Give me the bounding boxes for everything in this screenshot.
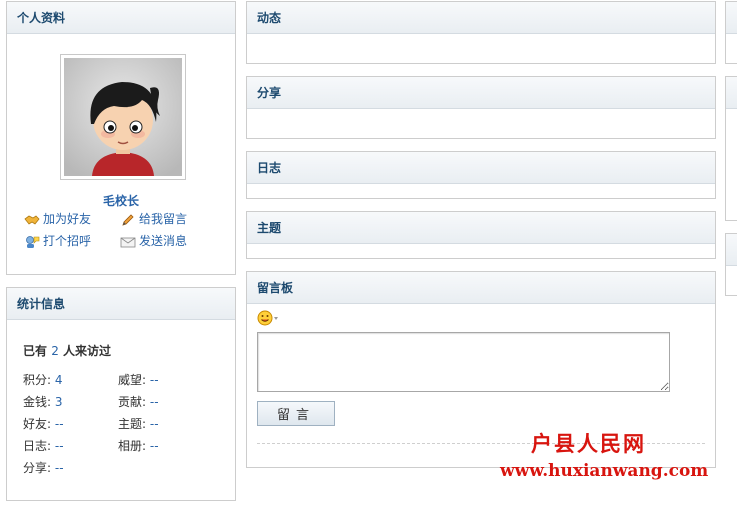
- stat-value: --: [54, 461, 64, 475]
- blog-panel-title: 日志: [247, 152, 715, 184]
- feed-panel-title: 动态: [247, 2, 715, 34]
- stat-topics: 主题: --: [118, 416, 159, 432]
- profile-panel: 个人资料 毛校长 加为好友 给我留言 打个招呼 发送消息: [6, 1, 236, 275]
- feed-panel: 动态: [246, 1, 716, 64]
- topic-panel-title: 主题: [247, 212, 715, 244]
- stat-value: --: [54, 417, 64, 431]
- stat-albums: 相册: --: [118, 438, 159, 454]
- stat-label: 相册:: [118, 439, 147, 453]
- stat-label: 好友:: [23, 417, 52, 431]
- stat-label: 分享:: [23, 461, 52, 475]
- send-message-link[interactable]: 发送消息: [120, 232, 187, 250]
- share-panel-title: 分享: [247, 77, 715, 109]
- stat-shares: 分享: --: [23, 460, 64, 476]
- leave-message-label: 给我留言: [139, 212, 188, 226]
- stat-value: --: [149, 417, 159, 431]
- stat-label: 日志:: [23, 439, 52, 453]
- stat-value: --: [149, 395, 159, 409]
- visit-suffix: 人来访过: [63, 344, 112, 358]
- stat-value: --: [54, 439, 64, 453]
- send-message-label: 发送消息: [139, 234, 188, 248]
- greet-link[interactable]: 打个招呼: [24, 232, 91, 250]
- stat-label: 金钱:: [23, 395, 52, 409]
- leave-message-link[interactable]: 给我留言: [120, 210, 187, 228]
- user-name-link[interactable]: 毛校长: [7, 192, 235, 209]
- stat-friends: 好友: --: [23, 416, 64, 432]
- share-panel: 分享: [246, 76, 716, 139]
- envelope-icon: [120, 237, 136, 247]
- greet-icon: [26, 235, 40, 248]
- stat-label: 主题:: [118, 417, 147, 431]
- watermark-site-name: 户县人民网: [531, 431, 646, 456]
- stat-label: 积分:: [23, 373, 52, 387]
- stat-value: 3: [54, 395, 63, 409]
- stat-money: 金钱: 3: [23, 394, 63, 410]
- stat-label: 贡献:: [118, 395, 147, 409]
- add-friend-link[interactable]: 加为好友: [24, 210, 91, 228]
- greet-label: 打个招呼: [43, 234, 92, 248]
- stat-prestige: 威望: --: [118, 372, 159, 388]
- visit-count: 2: [51, 344, 59, 358]
- stat-contribution: 贡献: --: [118, 394, 159, 410]
- stat-value: 4: [54, 373, 63, 387]
- submit-message-button[interactable]: 留言: [257, 401, 335, 426]
- stat-credits: 积分: 4: [23, 372, 63, 388]
- profile-panel-title: 个人资料: [7, 2, 235, 34]
- stat-value: --: [149, 439, 159, 453]
- visit-prefix: 已有: [23, 344, 48, 358]
- right-panel-edge: [725, 76, 737, 221]
- pencil-icon: [122, 213, 134, 226]
- message-input[interactable]: [257, 332, 670, 392]
- add-friend-label: 加为好友: [43, 212, 92, 226]
- right-panel-edge: [725, 233, 737, 296]
- stat-blogs: 日志: --: [23, 438, 64, 454]
- stats-panel-title: 统计信息: [7, 288, 235, 320]
- message-wall-title: 留言板: [247, 272, 715, 304]
- stat-label: 威望:: [118, 373, 147, 387]
- topic-panel: 主题: [246, 211, 716, 259]
- avatar-image: [64, 58, 182, 176]
- blog-panel: 日志: [246, 151, 716, 199]
- visit-summary: 已有 2 人来访过: [23, 342, 111, 359]
- watermark-url: www.huxianwang.com: [500, 461, 709, 481]
- smiley-icon: [257, 310, 278, 326]
- avatar[interactable]: [60, 54, 186, 180]
- stat-value: --: [149, 373, 159, 387]
- stats-panel: 统计信息 已有 2 人来访过 积分: 4 威望: -- 金钱: 3 贡献: --…: [6, 287, 236, 501]
- handshake-icon: [24, 214, 40, 225]
- emoticon-picker[interactable]: [257, 310, 281, 329]
- right-panel-edge: [725, 1, 737, 64]
